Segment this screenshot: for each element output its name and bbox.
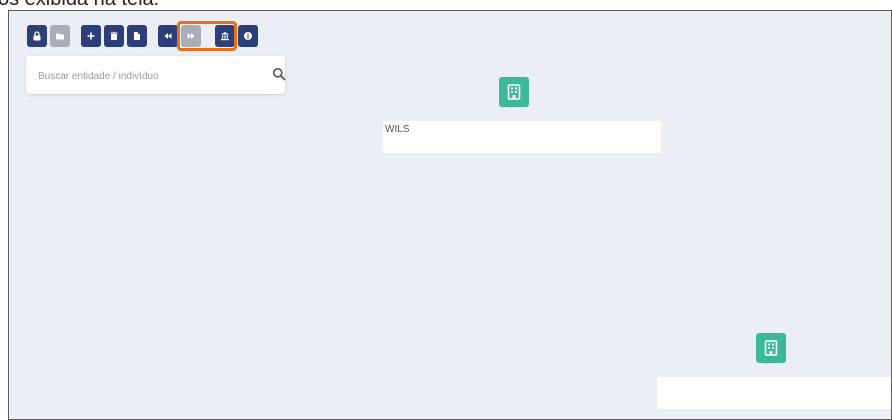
undo-button[interactable] xyxy=(158,25,178,47)
document-icon xyxy=(134,32,140,40)
building-icon xyxy=(507,84,521,100)
info-icon xyxy=(244,32,252,40)
graph-canvas[interactable]: WILS xyxy=(8,10,892,420)
search-icon[interactable] xyxy=(272,67,286,81)
delete-button[interactable] xyxy=(104,25,124,47)
undo-redo-highlight xyxy=(177,21,237,51)
folder-icon xyxy=(56,33,64,40)
entity-node-1[interactable] xyxy=(499,77,529,107)
building-icon xyxy=(764,340,778,356)
folder-button[interactable] xyxy=(50,25,70,47)
document-button[interactable] xyxy=(127,25,147,47)
search-panel xyxy=(26,56,286,94)
lock-icon xyxy=(33,31,41,41)
undo-icon xyxy=(164,33,172,39)
plus-icon xyxy=(87,32,95,40)
info-button[interactable] xyxy=(238,25,258,47)
search-input[interactable] xyxy=(36,66,240,86)
entity-node-1-label: WILS xyxy=(383,121,661,153)
add-button[interactable] xyxy=(81,25,101,47)
trash-icon xyxy=(110,31,118,40)
entity-node-2-label xyxy=(657,377,891,409)
lock-button[interactable] xyxy=(27,25,47,47)
entity-node-2[interactable] xyxy=(756,333,786,363)
